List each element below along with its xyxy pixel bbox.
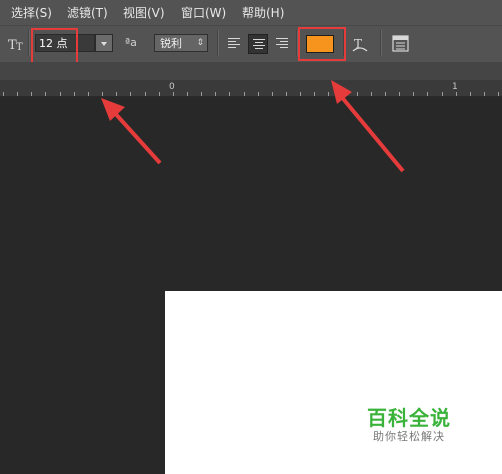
arrow-left [101,98,162,165]
arrow-right [331,80,405,173]
annotation-arrows [101,80,405,173]
